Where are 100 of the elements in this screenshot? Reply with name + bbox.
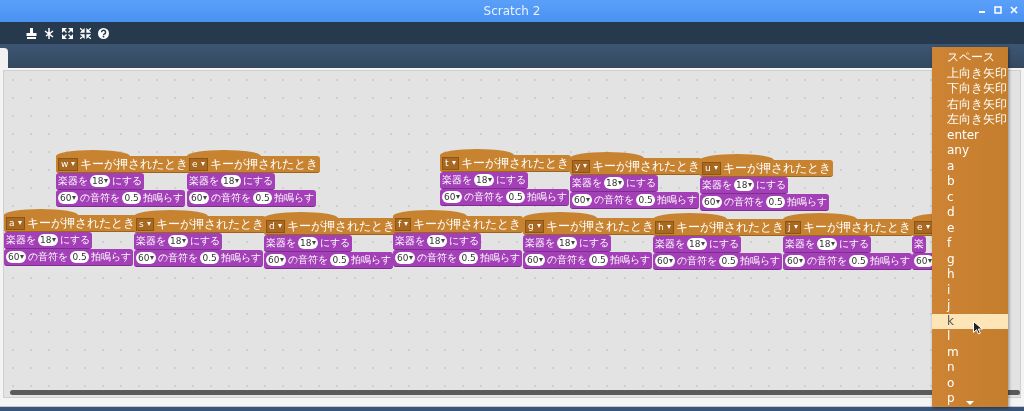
value-field[interactable]: 0.5 <box>719 255 738 267</box>
caret-icon <box>71 162 76 166</box>
help-icon[interactable] <box>98 27 109 39</box>
key-dropdown[interactable]: g <box>525 219 544 233</box>
block-label: にする <box>112 176 143 186</box>
caret-icon <box>312 241 317 245</box>
block-label: 拍鳴らす <box>869 256 910 266</box>
value-dropdown[interactable]: 60 <box>442 191 463 203</box>
key-dropdown[interactable]: e <box>189 157 208 171</box>
value-dropdown[interactable]: 60 <box>58 192 79 204</box>
instrument-block[interactable]: 楽器を 18 にする <box>264 235 353 252</box>
instrument-block[interactable]: 楽器を 18 にする <box>4 232 93 249</box>
value-dropdown[interactable]: 60 <box>6 251 27 263</box>
cursor-icon <box>973 321 983 335</box>
note-block[interactable]: 60 の音符を 0.5 拍鳴らす <box>187 190 316 207</box>
caret-icon <box>17 221 22 225</box>
value-dropdown[interactable]: 18 <box>298 237 319 249</box>
key-dropdown[interactable]: d <box>266 219 285 233</box>
value-field[interactable]: 0.5 <box>766 196 785 208</box>
value-dropdown[interactable]: 60 <box>395 252 416 264</box>
instrument-block[interactable]: 楽器を 18 にする <box>56 173 145 190</box>
key-dropdown[interactable]: f <box>395 217 412 231</box>
key-dropdown[interactable]: t <box>442 156 459 170</box>
block-label: 楽器を <box>702 180 732 190</box>
value-dropdown[interactable]: 60 <box>785 255 806 267</box>
note-block[interactable]: 60 の音符を 0.5 拍鳴らす <box>440 189 569 206</box>
block-label: の音符を <box>211 193 252 203</box>
value-field[interactable]: 0.5 <box>589 254 608 266</box>
value-dropdown[interactable]: 60 <box>655 255 676 267</box>
instrument-block[interactable]: 楽 <box>912 236 926 253</box>
stamp-icon[interactable] <box>26 27 37 39</box>
block-label: 拍鳴らす <box>142 193 183 203</box>
key-dropdown[interactable]: y <box>572 159 591 173</box>
note-block[interactable]: 60 の音符を 0.5 拍鳴らす <box>570 192 699 209</box>
key-dropdown[interactable]: s <box>136 217 154 231</box>
note-block[interactable]: 60 の音符を 0.5 拍鳴らす <box>783 253 912 270</box>
instrument-block[interactable]: 楽器を 18 にする <box>523 235 612 252</box>
note-block[interactable]: 60 の音符を 0.5 拍鳴らす <box>393 250 522 267</box>
value-dropdown[interactable]: 18 <box>604 177 625 189</box>
block-label: にする <box>626 178 657 188</box>
block-label: にする <box>709 239 740 249</box>
value-dropdown[interactable]: 18 <box>427 235 448 247</box>
note-block[interactable]: 60 の音符を 0.5 拍鳴らす <box>700 194 829 211</box>
scrollbar[interactable] <box>10 390 1020 395</box>
value-dropdown[interactable]: 18 <box>687 238 708 250</box>
value-field[interactable]: 0.5 <box>70 251 89 263</box>
block-label: 拍鳴らす <box>479 253 520 263</box>
value-field[interactable]: 0.5 <box>200 252 219 264</box>
value-field[interactable]: 0.5 <box>506 191 525 203</box>
value-dropdown[interactable]: 18 <box>90 175 111 187</box>
note-block[interactable]: 60 の音符を 0.5 拍鳴らす <box>134 250 263 267</box>
instrument-block[interactable]: 楽器を 18 にする <box>393 233 482 250</box>
scroll-down-icon[interactable] <box>966 401 974 405</box>
key-dropdown[interactable]: u <box>702 161 721 175</box>
instrument-block[interactable]: 楽器を 18 にする <box>440 172 529 189</box>
block-label: キーが押されたとき <box>675 220 784 234</box>
expand-icon[interactable] <box>62 27 73 39</box>
caret-icon <box>277 224 282 228</box>
instrument-block[interactable]: 楽器を 18 にする <box>134 233 223 250</box>
value-field[interactable]: 0.5 <box>849 255 868 267</box>
note-block[interactable]: 60 の音符を 0.5 拍鳴らす <box>4 249 133 266</box>
key-dropdown[interactable]: e <box>914 220 932 234</box>
maximize-icon[interactable] <box>994 5 1002 14</box>
value-dropdown[interactable]: 60 <box>136 252 157 264</box>
note-block[interactable]: 60 の音符を 0.5 拍鳴らす <box>523 252 652 269</box>
instrument-block[interactable]: 楽器を 18 にする <box>653 236 742 253</box>
close-icon[interactable] <box>1010 5 1018 14</box>
key-dropdown[interactable]: j <box>785 220 801 234</box>
menu-item[interactable]: k <box>932 313 1008 329</box>
key-dropdown[interactable]: w <box>58 157 79 171</box>
note-block[interactable]: 60 の音符を 0.5 拍鳴らす <box>264 252 393 269</box>
value-field[interactable]: 0.5 <box>459 252 478 264</box>
value-dropdown[interactable]: 60 <box>189 192 210 204</box>
instrument-block[interactable]: 楽器を 18 にする <box>783 236 872 253</box>
value-dropdown[interactable]: 60 <box>702 196 723 208</box>
value-field[interactable]: 0.5 <box>636 194 655 206</box>
value-dropdown[interactable]: 18 <box>168 235 189 247</box>
key-dropdown[interactable]: a <box>6 216 25 230</box>
block-label: 拍鳴らす <box>90 252 131 262</box>
value-dropdown[interactable]: 60 <box>525 254 546 266</box>
value-dropdown[interactable]: 18 <box>474 174 495 186</box>
instrument-block[interactable]: 楽器を 18 にする <box>570 175 659 192</box>
value-dropdown[interactable]: 60 <box>266 254 287 266</box>
value-dropdown[interactable]: 18 <box>817 238 838 250</box>
value-dropdown[interactable]: 18 <box>38 234 59 246</box>
value-field[interactable]: 0.5 <box>253 192 272 204</box>
block-label: の音符を <box>158 253 199 263</box>
value-dropdown[interactable]: 18 <box>557 237 578 249</box>
caret-icon <box>280 258 285 262</box>
instrument-block[interactable]: 楽器を 18 にする <box>187 173 276 190</box>
shrink-icon[interactable] <box>80 27 91 39</box>
value-dropdown[interactable]: 60 <box>572 194 593 206</box>
value-dropdown[interactable]: 18 <box>734 179 755 191</box>
instrument-block[interactable]: 楽器を 18 にする <box>700 177 789 194</box>
note-block[interactable]: 60 の音符を 0.5 拍鳴らす <box>653 253 782 270</box>
value-dropdown[interactable]: 18 <box>221 175 242 187</box>
value-field[interactable]: 0.5 <box>122 192 141 204</box>
key-dropdown[interactable]: h <box>655 220 674 234</box>
note-block[interactable]: 60 の音符を 0.5 拍鳴らす <box>56 190 185 207</box>
value-field[interactable]: 0.5 <box>330 254 349 266</box>
